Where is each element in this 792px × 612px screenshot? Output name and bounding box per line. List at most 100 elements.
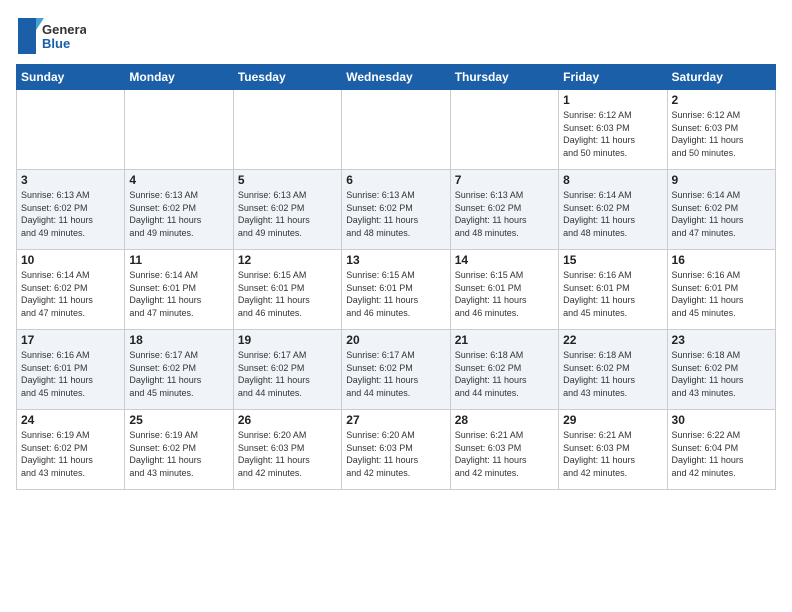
day-number: 1	[563, 93, 662, 107]
day-number: 30	[672, 413, 771, 427]
weekday-header: Thursday	[450, 65, 558, 90]
cell-info: Sunrise: 6:13 AM Sunset: 6:02 PM Dayligh…	[21, 189, 120, 239]
calendar-cell: 29 Sunrise: 6:21 AM Sunset: 6:03 PM Dayli…	[559, 410, 667, 490]
weekday-header: Tuesday	[233, 65, 341, 90]
cell-info: Sunrise: 6:19 AM Sunset: 6:02 PM Dayligh…	[21, 429, 120, 479]
calendar-cell: 2 Sunrise: 6:12 AM Sunset: 6:03 PM Daylig…	[667, 90, 775, 170]
day-number: 22	[563, 333, 662, 347]
cell-info: Sunrise: 6:12 AM Sunset: 6:03 PM Dayligh…	[672, 109, 771, 159]
cell-info: Sunrise: 6:16 AM Sunset: 6:01 PM Dayligh…	[21, 349, 120, 399]
calendar-week-row: 1 Sunrise: 6:12 AM Sunset: 6:03 PM Daylig…	[17, 90, 776, 170]
day-number: 14	[455, 253, 554, 267]
cell-info: Sunrise: 6:12 AM Sunset: 6:03 PM Dayligh…	[563, 109, 662, 159]
calendar-cell: 24Sunrise: 6:19 AM Sunset: 6:02 PM Dayli…	[17, 410, 125, 490]
calendar-cell: 20 Sunrise: 6:17 AM Sunset: 6:02 PM Dayli…	[342, 330, 450, 410]
calendar-cell	[342, 90, 450, 170]
calendar-cell: 6 Sunrise: 6:13 AM Sunset: 6:02 PM Daylig…	[342, 170, 450, 250]
weekday-header: Wednesday	[342, 65, 450, 90]
calendar-cell: 13Sunrise: 6:15 AM Sunset: 6:01 PM Dayli…	[342, 250, 450, 330]
day-number: 21	[455, 333, 554, 347]
cell-info: Sunrise: 6:13 AM Sunset: 6:02 PM Dayligh…	[346, 189, 445, 239]
calendar-cell: 12Sunrise: 6:15 AM Sunset: 6:01 PM Dayli…	[233, 250, 341, 330]
weekday-header-row: SundayMondayTuesdayWednesdayThursdayFrid…	[17, 65, 776, 90]
calendar-cell: 25 Sunrise: 6:19 AM Sunset: 6:02 PM Dayli…	[125, 410, 233, 490]
cell-info: Sunrise: 6:17 AM Sunset: 6:02 PM Dayligh…	[238, 349, 337, 399]
day-number: 27	[346, 413, 445, 427]
calendar-week-row: 10 Sunrise: 6:14 AM Sunset: 6:02 PM Dayli…	[17, 250, 776, 330]
day-number: 15	[563, 253, 662, 267]
day-number: 4	[129, 173, 228, 187]
calendar-cell: 18 Sunrise: 6:17 AM Sunset: 6:02 PM Dayli…	[125, 330, 233, 410]
cell-info: Sunrise: 6:20 AM Sunset: 6:03 PM Dayligh…	[238, 429, 337, 479]
cell-info: Sunrise: 6:13 AM Sunset: 6:02 PM Dayligh…	[238, 189, 337, 239]
cell-info: Sunrise: 6:21 AM Sunset: 6:03 PM Dayligh…	[563, 429, 662, 479]
day-number: 2	[672, 93, 771, 107]
calendar-cell: 9 Sunrise: 6:14 AM Sunset: 6:02 PM Daylig…	[667, 170, 775, 250]
calendar-cell	[450, 90, 558, 170]
day-number: 16	[672, 253, 771, 267]
calendar-cell: 17 Sunrise: 6:16 AM Sunset: 6:01 PM Dayli…	[17, 330, 125, 410]
day-number: 5	[238, 173, 337, 187]
day-number: 3	[21, 173, 120, 187]
cell-info: Sunrise: 6:17 AM Sunset: 6:02 PM Dayligh…	[346, 349, 445, 399]
day-number: 10	[21, 253, 120, 267]
cell-info: Sunrise: 6:21 AM Sunset: 6:03 PM Dayligh…	[455, 429, 554, 479]
calendar-cell: 1 Sunrise: 6:12 AM Sunset: 6:03 PM Daylig…	[559, 90, 667, 170]
weekday-header: Saturday	[667, 65, 775, 90]
calendar-week-row: 24Sunrise: 6:19 AM Sunset: 6:02 PM Dayli…	[17, 410, 776, 490]
calendar-cell	[125, 90, 233, 170]
calendar-cell: 3 Sunrise: 6:13 AM Sunset: 6:02 PM Daylig…	[17, 170, 125, 250]
cell-info: Sunrise: 6:18 AM Sunset: 6:02 PM Dayligh…	[672, 349, 771, 399]
logo: GeneralBlue	[16, 16, 86, 56]
cell-info: Sunrise: 6:14 AM Sunset: 6:02 PM Dayligh…	[563, 189, 662, 239]
page-header: GeneralBlue	[16, 16, 776, 56]
day-number: 28	[455, 413, 554, 427]
day-number: 20	[346, 333, 445, 347]
calendar-cell	[233, 90, 341, 170]
calendar-cell: 4 Sunrise: 6:13 AM Sunset: 6:02 PM Daylig…	[125, 170, 233, 250]
day-number: 8	[563, 173, 662, 187]
cell-info: Sunrise: 6:16 AM Sunset: 6:01 PM Dayligh…	[672, 269, 771, 319]
cell-info: Sunrise: 6:22 AM Sunset: 6:04 PM Dayligh…	[672, 429, 771, 479]
calendar-cell: 27 Sunrise: 6:20 AM Sunset: 6:03 PM Dayli…	[342, 410, 450, 490]
cell-info: Sunrise: 6:14 AM Sunset: 6:02 PM Dayligh…	[21, 269, 120, 319]
svg-text:Blue: Blue	[42, 36, 70, 51]
calendar-week-row: 17 Sunrise: 6:16 AM Sunset: 6:01 PM Dayli…	[17, 330, 776, 410]
day-number: 26	[238, 413, 337, 427]
svg-text:General: General	[42, 22, 86, 37]
calendar-cell: 26 Sunrise: 6:20 AM Sunset: 6:03 PM Dayli…	[233, 410, 341, 490]
calendar-cell: 5 Sunrise: 6:13 AM Sunset: 6:02 PM Daylig…	[233, 170, 341, 250]
logo-icon: GeneralBlue	[16, 16, 86, 56]
cell-info: Sunrise: 6:13 AM Sunset: 6:02 PM Dayligh…	[129, 189, 228, 239]
day-number: 11	[129, 253, 228, 267]
day-number: 29	[563, 413, 662, 427]
cell-info: Sunrise: 6:14 AM Sunset: 6:01 PM Dayligh…	[129, 269, 228, 319]
day-number: 6	[346, 173, 445, 187]
day-number: 9	[672, 173, 771, 187]
cell-info: Sunrise: 6:15 AM Sunset: 6:01 PM Dayligh…	[455, 269, 554, 319]
calendar-cell: 23 Sunrise: 6:18 AM Sunset: 6:02 PM Dayli…	[667, 330, 775, 410]
day-number: 18	[129, 333, 228, 347]
cell-info: Sunrise: 6:14 AM Sunset: 6:02 PM Dayligh…	[672, 189, 771, 239]
calendar-cell: 14 Sunrise: 6:15 AM Sunset: 6:01 PM Dayli…	[450, 250, 558, 330]
day-number: 23	[672, 333, 771, 347]
calendar-cell	[17, 90, 125, 170]
day-number: 17	[21, 333, 120, 347]
day-number: 7	[455, 173, 554, 187]
cell-info: Sunrise: 6:20 AM Sunset: 6:03 PM Dayligh…	[346, 429, 445, 479]
calendar-cell: 19 Sunrise: 6:17 AM Sunset: 6:02 PM Dayli…	[233, 330, 341, 410]
day-number: 19	[238, 333, 337, 347]
weekday-header: Friday	[559, 65, 667, 90]
cell-info: Sunrise: 6:19 AM Sunset: 6:02 PM Dayligh…	[129, 429, 228, 479]
calendar-cell: 11 Sunrise: 6:14 AM Sunset: 6:01 PM Dayli…	[125, 250, 233, 330]
calendar-cell: 28 Sunrise: 6:21 AM Sunset: 6:03 PM Dayli…	[450, 410, 558, 490]
cell-info: Sunrise: 6:17 AM Sunset: 6:02 PM Dayligh…	[129, 349, 228, 399]
calendar-table: SundayMondayTuesdayWednesdayThursdayFrid…	[16, 64, 776, 490]
calendar-cell: 10 Sunrise: 6:14 AM Sunset: 6:02 PM Dayli…	[17, 250, 125, 330]
cell-info: Sunrise: 6:13 AM Sunset: 6:02 PM Dayligh…	[455, 189, 554, 239]
calendar-week-row: 3 Sunrise: 6:13 AM Sunset: 6:02 PM Daylig…	[17, 170, 776, 250]
cell-info: Sunrise: 6:16 AM Sunset: 6:01 PM Dayligh…	[563, 269, 662, 319]
weekday-header: Monday	[125, 65, 233, 90]
cell-info: Sunrise: 6:18 AM Sunset: 6:02 PM Dayligh…	[563, 349, 662, 399]
day-number: 25	[129, 413, 228, 427]
